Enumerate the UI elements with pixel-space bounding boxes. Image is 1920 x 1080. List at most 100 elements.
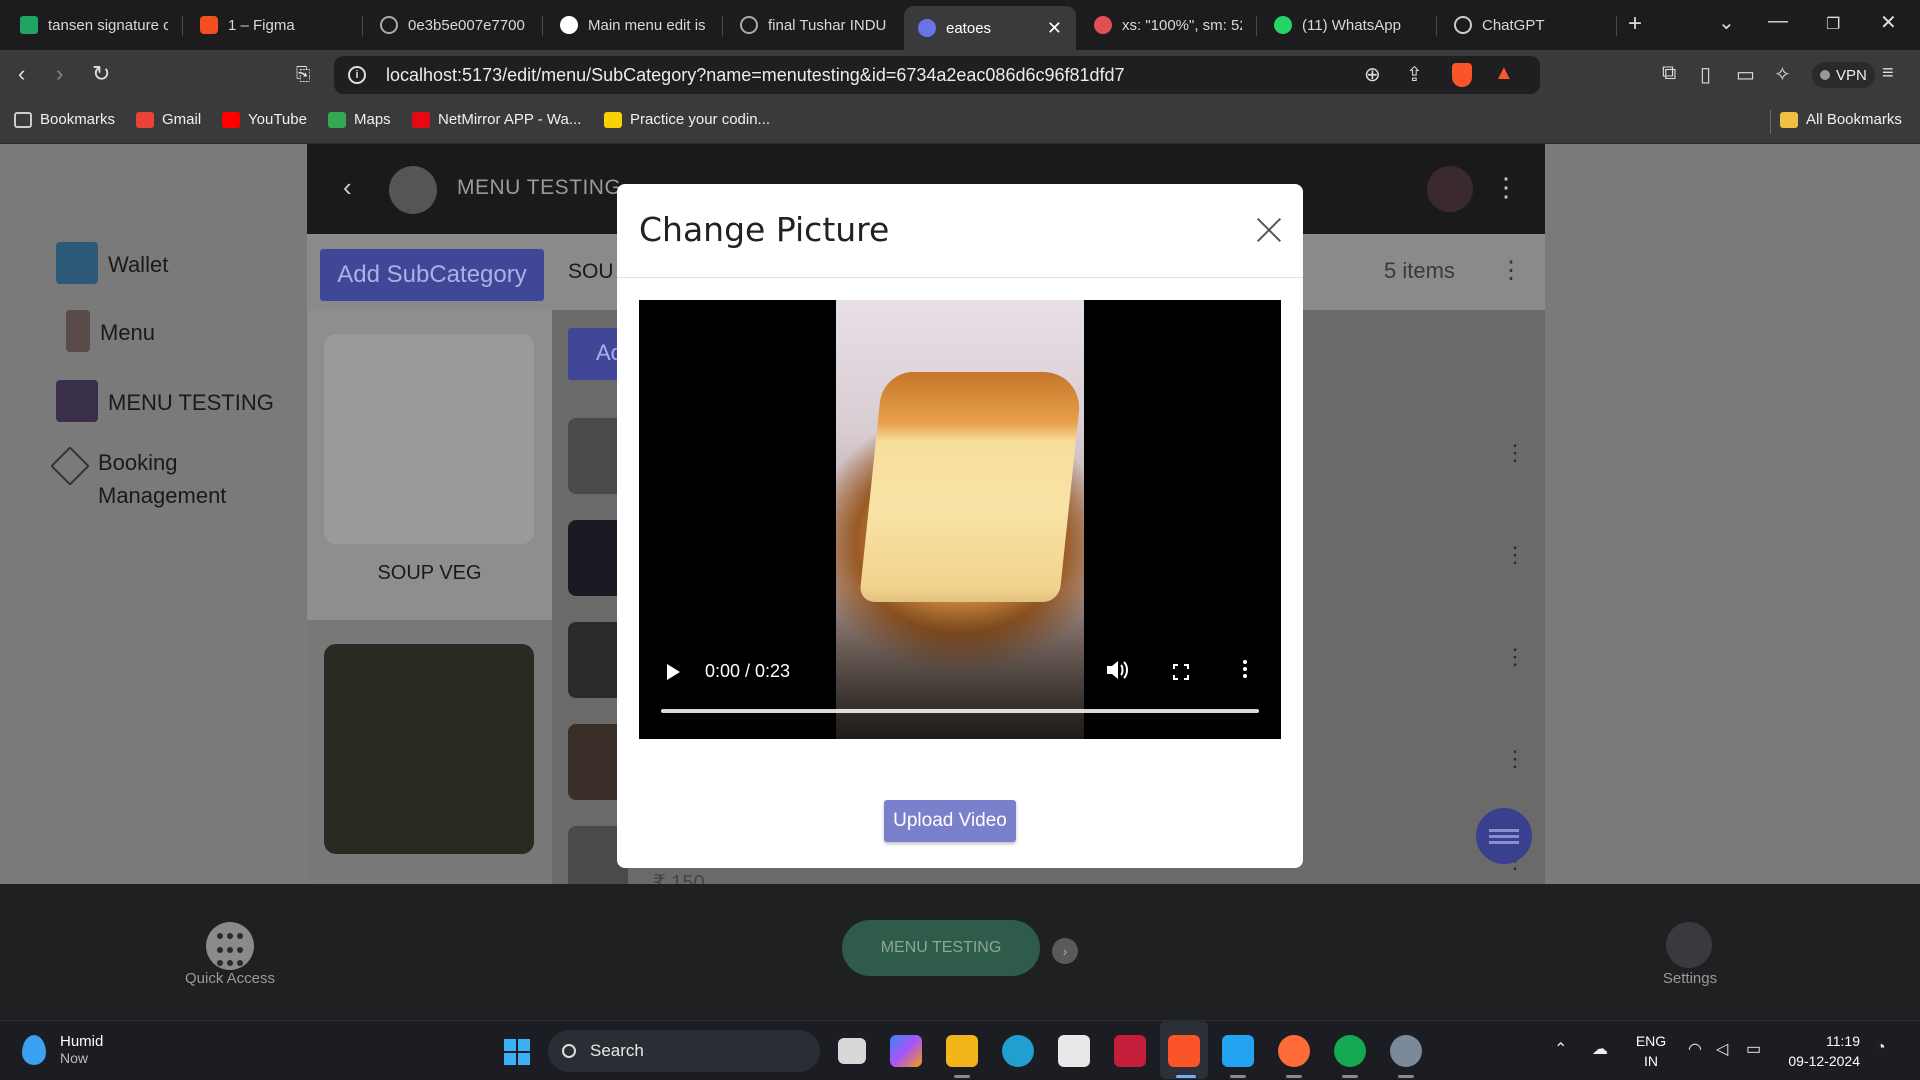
- tab-label: (11) WhatsApp: [1302, 16, 1401, 34]
- reload-icon[interactable]: ↻: [92, 61, 110, 87]
- url-field[interactable]: i localhost:5173/edit/menu/SubCategory?n…: [334, 56, 1540, 94]
- settings-label[interactable]: Settings: [1630, 970, 1750, 987]
- upload-video-button[interactable]: Upload Video: [884, 800, 1016, 842]
- microsoft-store-icon[interactable]: [1058, 1035, 1090, 1067]
- postman-icon[interactable]: [1278, 1035, 1310, 1067]
- forward-icon[interactable]: ›: [56, 61, 63, 87]
- sidebar-item-booking-management[interactable]: Booking Management: [50, 446, 286, 512]
- quick-access-icon[interactable]: [206, 922, 254, 970]
- minimize-icon[interactable]: —: [1768, 10, 1788, 33]
- sidebar-item-menu-testing[interactable]: MENU TESTING: [56, 380, 274, 422]
- brave-rewards-icon[interactable]: ▲: [1494, 62, 1514, 85]
- tab-xs-100[interactable]: xs: "100%", sm: 52: [1080, 6, 1256, 44]
- leo-ai-icon[interactable]: ✧: [1774, 62, 1791, 87]
- new-tab-button[interactable]: +: [1628, 10, 1642, 38]
- item-options-icon[interactable]: ⋮: [1504, 440, 1526, 466]
- share-icon[interactable]: ⇪: [1406, 62, 1423, 87]
- dialog-title: Change Picture: [639, 210, 890, 249]
- weather-subtitle: Now: [60, 1050, 89, 1066]
- play-icon[interactable]: [667, 664, 680, 680]
- battery-icon[interactable]: ▭: [1746, 1039, 1761, 1059]
- item-options-icon[interactable]: ⋮: [1504, 746, 1526, 772]
- tab-search-chevron-icon[interactable]: ⌄: [1718, 10, 1735, 35]
- close-icon[interactable]: [1253, 214, 1285, 246]
- add-subcategory-button[interactable]: Add SubCategory: [320, 249, 544, 301]
- restore-icon[interactable]: ❐: [1826, 14, 1840, 34]
- video-progress-track[interactable]: [661, 709, 1259, 713]
- site-info-icon[interactable]: i: [348, 66, 366, 84]
- settings-avatar-icon[interactable]: [1666, 922, 1712, 968]
- bookmark-bookmarks[interactable]: Bookmarks: [14, 111, 115, 128]
- video-player[interactable]: 0:00 / 0:23: [639, 300, 1281, 739]
- vscode-icon[interactable]: [1222, 1035, 1254, 1067]
- item-options-icon[interactable]: ⋮: [1504, 644, 1526, 670]
- onedrive-icon[interactable]: ☁: [1592, 1039, 1608, 1059]
- input-language[interactable]: ENG IN: [1634, 1031, 1668, 1071]
- bookmarks-icon: [14, 111, 32, 128]
- sidebar-item-menu[interactable]: Menu: [56, 310, 155, 352]
- github-icon: [560, 16, 578, 34]
- subcategory-card-soup-veg[interactable]: SOUP VEG: [307, 310, 552, 620]
- user-avatar[interactable]: [1427, 166, 1473, 212]
- wallet-icon[interactable]: ▭: [1736, 62, 1755, 87]
- extensions-icon[interactable]: ⧉: [1662, 62, 1676, 85]
- windows-start-icon[interactable]: [504, 1039, 530, 1065]
- video-more-icon[interactable]: [1243, 660, 1247, 680]
- back-icon[interactable]: ‹: [18, 61, 25, 87]
- subcategory-card-soup[interactable]: [307, 630, 552, 884]
- tab-final-tushar[interactable]: final Tushar INDU: [726, 6, 902, 44]
- zoom-icon[interactable]: ⊕: [1364, 62, 1381, 87]
- tab-whatsapp[interactable]: (11) WhatsApp: [1260, 6, 1436, 44]
- tab-github-main-menu[interactable]: Main menu edit is: [546, 6, 722, 44]
- edge-icon[interactable]: [1002, 1035, 1034, 1067]
- window-close-icon[interactable]: ✕: [1880, 10, 1897, 35]
- bookmark-youtube[interactable]: YouTube: [222, 111, 307, 128]
- close-tab-icon[interactable]: ✕: [1035, 18, 1062, 39]
- brave-shields-icon[interactable]: [1452, 63, 1472, 87]
- menu-avatar[interactable]: [389, 166, 437, 214]
- tab-tansen-signature[interactable]: tansen signature c: [6, 6, 182, 44]
- tray-chevron-icon[interactable]: ⌃: [1554, 1039, 1567, 1059]
- more-options-icon[interactable]: ⋮: [1493, 172, 1519, 203]
- item-options-icon[interactable]: ⋮: [1504, 542, 1526, 568]
- volume-icon[interactable]: [1105, 659, 1129, 681]
- video-time: 0:00 / 0:23: [705, 661, 791, 681]
- vpn-button[interactable]: VPN: [1812, 62, 1875, 88]
- mongodb-compass-icon[interactable]: [1334, 1035, 1366, 1067]
- sidebar-item-label: Booking Management: [98, 450, 227, 508]
- task-view-icon[interactable]: [838, 1038, 866, 1064]
- menu-testing-pill[interactable]: MENU TESTING: [842, 920, 1040, 976]
- section-options-icon[interactable]: ⋮: [1499, 256, 1523, 285]
- wifi-icon[interactable]: ◠: [1688, 1039, 1702, 1059]
- all-bookmarks-folder[interactable]: All Bookmarks: [1780, 111, 1902, 128]
- tab-figma[interactable]: 1 – Figma: [186, 6, 362, 44]
- back-arrow-icon[interactable]: ‹: [343, 172, 352, 203]
- file-explorer-icon[interactable]: [946, 1035, 978, 1067]
- quick-access-label[interactable]: Quick Access: [150, 970, 310, 987]
- brave-taskbar-icon[interactable]: [1168, 1035, 1200, 1067]
- settings-gear-icon[interactable]: [1390, 1035, 1422, 1067]
- page-title: MENU TESTING: [457, 176, 622, 199]
- bookmark-maps[interactable]: Maps: [328, 111, 391, 128]
- copilot-icon[interactable]: [890, 1035, 922, 1067]
- menu-icon[interactable]: ≡: [1882, 62, 1894, 85]
- sidebar-item-wallet[interactable]: Wallet: [56, 242, 168, 284]
- weather-widget[interactable]: Humid Now: [22, 1033, 103, 1066]
- tab-eatoes[interactable]: eatoes ✕: [904, 6, 1076, 50]
- mcafee-icon[interactable]: [1114, 1035, 1146, 1067]
- tab-0e3b5e007e7700[interactable]: 0e3b5e007e7700: [366, 6, 542, 44]
- menu-fab-button[interactable]: [1476, 808, 1532, 864]
- bookmark-gmail[interactable]: Gmail: [136, 111, 201, 128]
- sidebar-toggle-icon[interactable]: ▯: [1700, 62, 1711, 87]
- chevron-right-icon[interactable]: ›: [1052, 938, 1078, 964]
- bookmark-netmirror[interactable]: NetMirror APP - Wa...: [412, 111, 581, 128]
- notifications-bell-icon[interactable]: ◔: [1876, 1039, 1886, 1057]
- tab-chatgpt[interactable]: ChatGPT: [1440, 6, 1616, 44]
- bookmark-page-icon[interactable]: ⎘: [296, 64, 310, 85]
- speaker-icon[interactable]: ◁: [1716, 1039, 1728, 1059]
- fullscreen-icon[interactable]: [1173, 664, 1189, 680]
- taskbar-search[interactable]: Search: [548, 1030, 820, 1072]
- bookmark-practice-coding[interactable]: Practice your codin...: [604, 111, 770, 128]
- clock[interactable]: 11:19 09-12-2024: [1786, 1031, 1860, 1071]
- url-text[interactable]: localhost:5173/edit/menu/SubCategory?nam…: [386, 65, 1125, 86]
